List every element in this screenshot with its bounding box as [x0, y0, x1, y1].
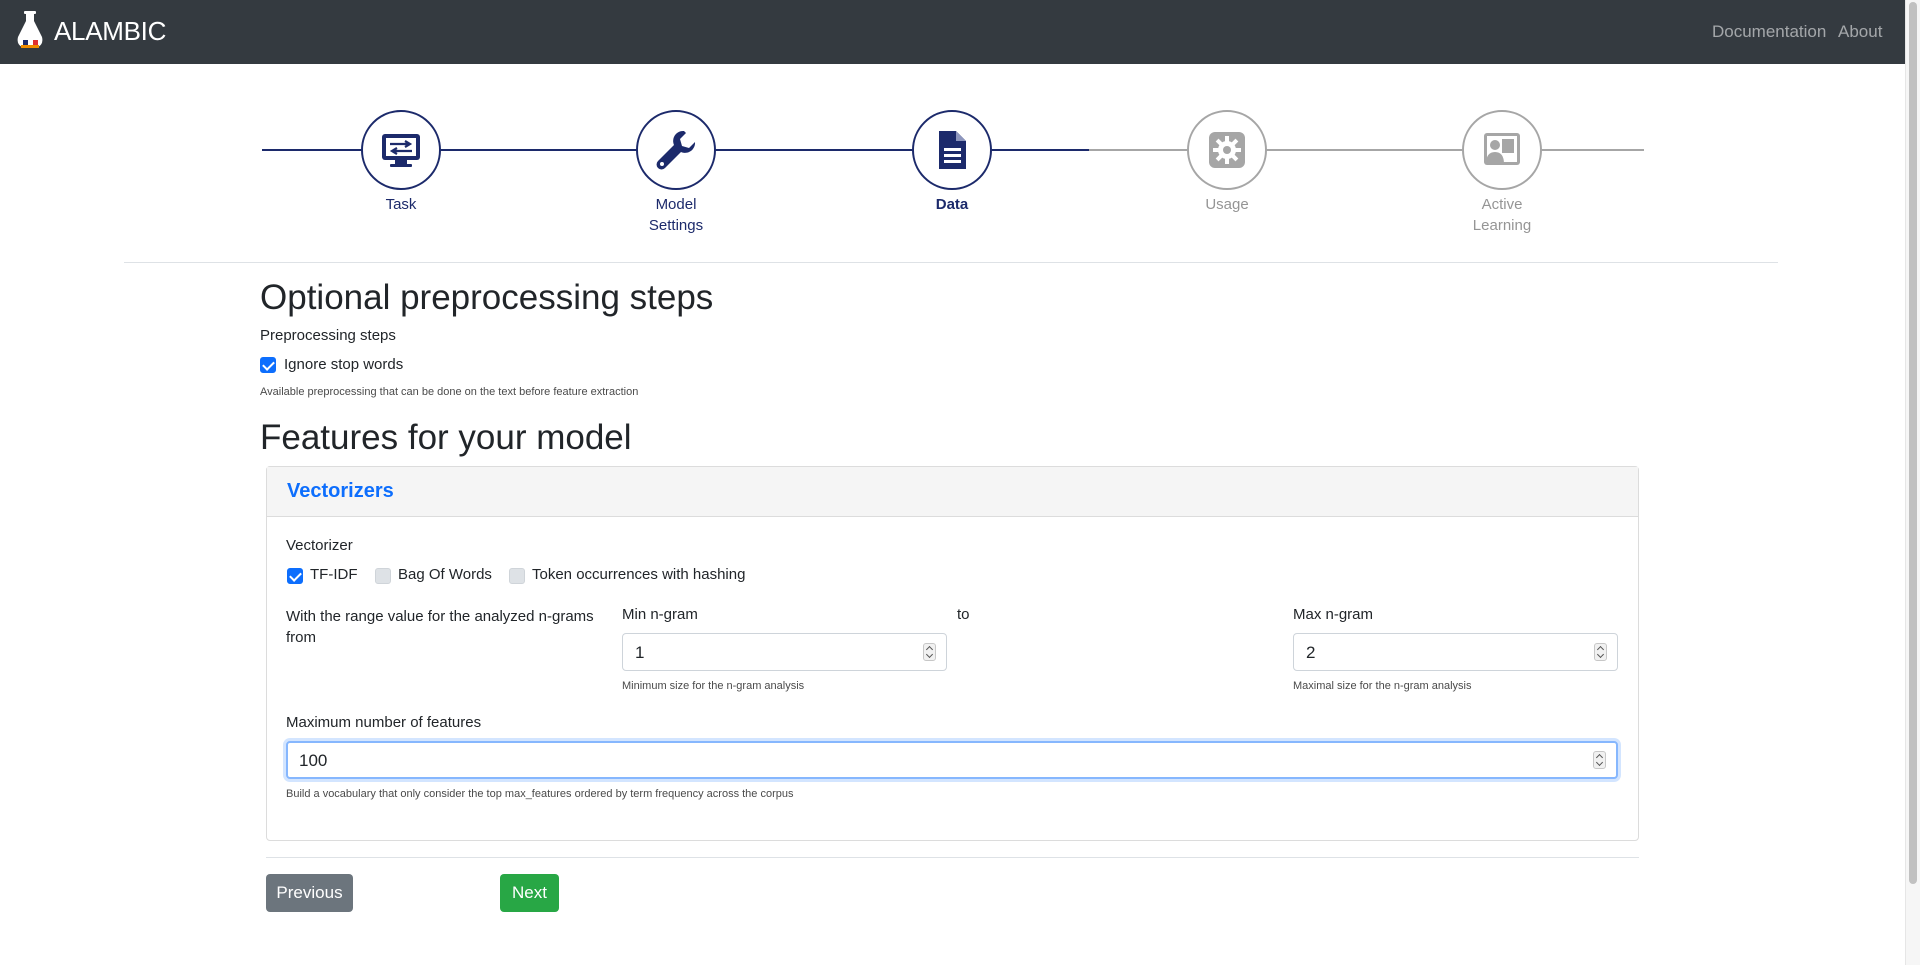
- max-features-value: 100: [299, 751, 328, 770]
- preprocessing-steps-label: Preprocessing steps: [260, 327, 396, 344]
- nav-documentation-link[interactable]: Documentation: [1712, 22, 1826, 42]
- tfidf-label[interactable]: TF-IDF: [310, 566, 357, 583]
- gear-icon: [1209, 132, 1245, 168]
- step-data[interactable]: Data: [872, 110, 1032, 215]
- min-ngram-help: Minimum size for the n-gram analysis: [622, 680, 805, 692]
- monitor-settings-icon: [382, 134, 420, 167]
- max-features-help: Build a vocabulary that only consider th…: [286, 788, 794, 800]
- step-active-learning-label-line1: Active: [1481, 196, 1523, 213]
- step-usage-label: Usage: [1147, 194, 1307, 215]
- max-ngram-value: 2: [1306, 643, 1316, 662]
- max-ngram-label: Max n-gram: [1293, 606, 1374, 623]
- stepper-divider: [124, 262, 1778, 263]
- step-task-label: Task: [321, 194, 481, 215]
- vectorizers-card-header[interactable]: Vectorizers: [267, 467, 1638, 517]
- step-task[interactable]: Task: [321, 110, 481, 215]
- step-data-label: Data: [872, 194, 1032, 215]
- buttons-divider: [266, 857, 1639, 858]
- alambic-logo-icon: [17, 11, 43, 48]
- step-model-settings-label-line1: Model: [655, 196, 697, 213]
- preprocessing-help: Available preprocessing that can be done…: [260, 386, 639, 398]
- vectorizers-card-title[interactable]: Vectorizers: [287, 480, 394, 503]
- tfidf-checkbox[interactable]: [287, 568, 303, 584]
- brand-name: ALAMBIC: [54, 15, 167, 46]
- features-title: Features for your model: [260, 418, 632, 457]
- min-ngram-value: 1: [635, 643, 645, 662]
- bag-of-words-checkbox[interactable]: [375, 568, 391, 584]
- step-active-learning-label-line2: Learning: [1472, 217, 1532, 234]
- max-ngram-input[interactable]: 2: [1293, 633, 1618, 671]
- ignore-stop-words-label[interactable]: Ignore stop words: [284, 356, 403, 373]
- step-usage-circle: [1187, 110, 1267, 190]
- hashing-label[interactable]: Token occurrences with hashing: [532, 566, 745, 583]
- navbar: ALAMBIC Documentation About: [0, 0, 1905, 64]
- ignore-stop-words-checkbox[interactable]: [260, 357, 276, 373]
- max-features-spinner[interactable]: [1593, 751, 1606, 769]
- step-active-learning-circle: [1462, 110, 1542, 190]
- wrench-icon: [656, 130, 696, 170]
- step-model-settings[interactable]: Model Settings: [596, 110, 756, 236]
- max-ngram-help: Maximal size for the n-gram analysis: [1293, 680, 1472, 692]
- ngram-intro: With the range value for the analyzed n-…: [286, 606, 594, 648]
- min-ngram-input[interactable]: 1: [622, 633, 947, 671]
- step-model-settings-label: Model Settings: [596, 194, 756, 236]
- step-model-settings-circle: [636, 110, 716, 190]
- bag-of-words-label[interactable]: Bag Of Words: [398, 566, 492, 583]
- ngram-intro-line2: from: [286, 629, 316, 646]
- step-usage-label-line1: Usage: [1205, 196, 1249, 213]
- document-icon: [939, 131, 966, 169]
- step-task-circle: [361, 110, 441, 190]
- nav-about-link[interactable]: About: [1838, 22, 1882, 42]
- min-ngram-spinner[interactable]: [923, 643, 936, 661]
- previous-button[interactable]: Previous: [266, 874, 353, 912]
- step-data-circle: [912, 110, 992, 190]
- max-features-input[interactable]: 100: [286, 741, 1618, 779]
- step-usage[interactable]: Usage: [1147, 110, 1307, 215]
- preprocessing-title: Optional preprocessing steps: [260, 278, 714, 317]
- hashing-checkbox[interactable]: [509, 568, 525, 584]
- brand[interactable]: ALAMBIC: [14, 11, 166, 51]
- step-model-settings-label-line2: Settings: [648, 217, 704, 234]
- page-scrollbar[interactable]: [1905, 0, 1920, 965]
- step-active-learning[interactable]: Active Learning: [1422, 110, 1582, 236]
- vectorizer-label: Vectorizer: [286, 537, 353, 554]
- max-features-label: Maximum number of features: [286, 714, 482, 731]
- person-board-icon: [1484, 133, 1520, 165]
- scrollbar-thumb[interactable]: [1909, 2, 1917, 884]
- ngram-intro-line1: With the range value for the analyzed n-…: [286, 608, 594, 625]
- step-task-label-line1: Task: [385, 196, 417, 213]
- next-button[interactable]: Next: [500, 874, 559, 912]
- max-ngram-spinner[interactable]: [1594, 643, 1607, 661]
- step-data-label-line1: Data: [935, 196, 969, 213]
- to-label: to: [957, 606, 970, 623]
- step-active-learning-label: Active Learning: [1422, 194, 1582, 236]
- min-ngram-label: Min n-gram: [622, 606, 698, 623]
